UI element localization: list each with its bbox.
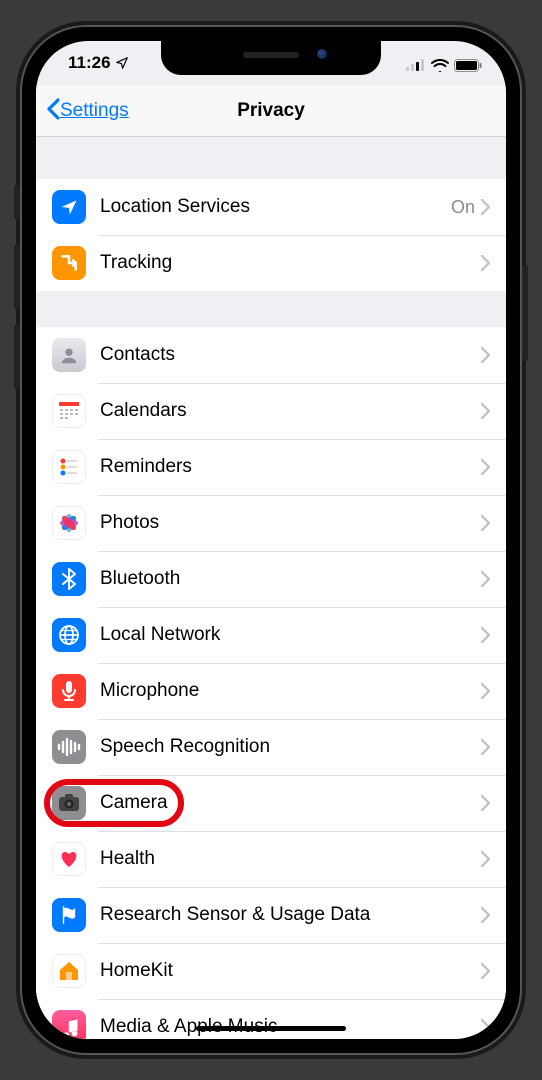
section-gap — [36, 291, 506, 327]
status-time: 11:26 — [68, 53, 111, 73]
speaker — [243, 52, 299, 58]
row-location-services[interactable]: Location Services On — [36, 179, 506, 235]
row-label: Reminders — [100, 456, 481, 478]
row-tracking[interactable]: Tracking — [36, 235, 506, 291]
home-icon — [52, 954, 86, 988]
chevron-right-icon — [481, 1019, 490, 1035]
nav-bar: Settings Privacy — [36, 85, 506, 137]
front-camera — [317, 49, 327, 59]
row-media-apple-music[interactable]: Media & Apple Music — [36, 999, 506, 1039]
chevron-right-icon — [481, 199, 490, 215]
heart-icon — [52, 842, 86, 876]
row-label: HomeKit — [100, 960, 481, 982]
chevron-right-icon — [481, 795, 490, 811]
notch — [161, 41, 381, 75]
row-label: Contacts — [100, 344, 481, 366]
chevron-right-icon — [481, 255, 490, 271]
cell-signal-icon — [406, 59, 426, 71]
row-label: Calendars — [100, 400, 481, 422]
row-label: Microphone — [100, 680, 481, 702]
waveform-icon — [52, 730, 86, 764]
row-local-network[interactable]: Local Network — [36, 607, 506, 663]
section-gap — [36, 137, 506, 179]
wifi-icon — [431, 59, 449, 72]
chevron-right-icon — [481, 571, 490, 587]
microphone-icon — [52, 674, 86, 708]
chevron-right-icon — [481, 627, 490, 643]
row-homekit[interactable]: HomeKit — [36, 943, 506, 999]
row-contacts[interactable]: Contacts — [36, 327, 506, 383]
row-label: Health — [100, 848, 481, 870]
back-label: Settings — [60, 100, 129, 122]
row-label: Bluetooth — [100, 568, 481, 590]
row-label: Local Network — [100, 624, 481, 646]
chevron-right-icon — [481, 459, 490, 475]
chevron-right-icon — [481, 907, 490, 923]
volume-up-button[interactable] — [14, 245, 20, 309]
list-section: Location Services On Tracking — [36, 179, 506, 291]
location-arrow-icon — [52, 190, 86, 224]
content[interactable]: Location Services On Tracking — [36, 137, 506, 1039]
chevron-left-icon — [46, 96, 60, 126]
music-icon — [52, 1010, 86, 1039]
research-icon — [52, 898, 86, 932]
back-button[interactable]: Settings — [46, 96, 129, 126]
row-value: On — [451, 197, 475, 218]
chevron-right-icon — [481, 851, 490, 867]
volume-down-button[interactable] — [14, 325, 20, 389]
chevron-right-icon — [481, 683, 490, 699]
list-section: Contacts Calendars — [36, 327, 506, 1039]
row-bluetooth[interactable]: Bluetooth — [36, 551, 506, 607]
location-indicator-icon — [115, 56, 129, 70]
home-indicator[interactable] — [196, 1026, 346, 1031]
row-label: Speech Recognition — [100, 736, 481, 758]
screen: 11:26 — [36, 41, 506, 1039]
row-label: Location Services — [100, 196, 451, 218]
calendar-icon — [52, 394, 86, 428]
reminders-icon — [52, 450, 86, 484]
chevron-right-icon — [481, 515, 490, 531]
row-photos[interactable]: Photos — [36, 495, 506, 551]
row-label: Photos — [100, 512, 481, 534]
row-camera[interactable]: Camera — [36, 775, 506, 831]
phone-frame: 11:26 — [20, 25, 522, 1055]
row-microphone[interactable]: Microphone — [36, 663, 506, 719]
chevron-right-icon — [481, 347, 490, 363]
row-reminders[interactable]: Reminders — [36, 439, 506, 495]
camera-icon — [52, 786, 86, 820]
row-health[interactable]: Health — [36, 831, 506, 887]
bluetooth-icon — [52, 562, 86, 596]
tracking-icon — [52, 246, 86, 280]
row-speech-recognition[interactable]: Speech Recognition — [36, 719, 506, 775]
photos-icon — [52, 506, 86, 540]
row-label: Research Sensor & Usage Data — [100, 904, 481, 926]
row-label: Camera — [100, 792, 481, 814]
network-icon — [52, 618, 86, 652]
row-research[interactable]: Research Sensor & Usage Data — [36, 887, 506, 943]
row-label: Tracking — [100, 252, 481, 274]
chevron-right-icon — [481, 963, 490, 979]
power-button[interactable] — [522, 265, 528, 361]
contacts-icon — [52, 338, 86, 372]
row-calendars[interactable]: Calendars — [36, 383, 506, 439]
battery-icon — [454, 59, 482, 72]
chevron-right-icon — [481, 403, 490, 419]
silent-switch[interactable] — [14, 185, 20, 219]
chevron-right-icon — [481, 739, 490, 755]
